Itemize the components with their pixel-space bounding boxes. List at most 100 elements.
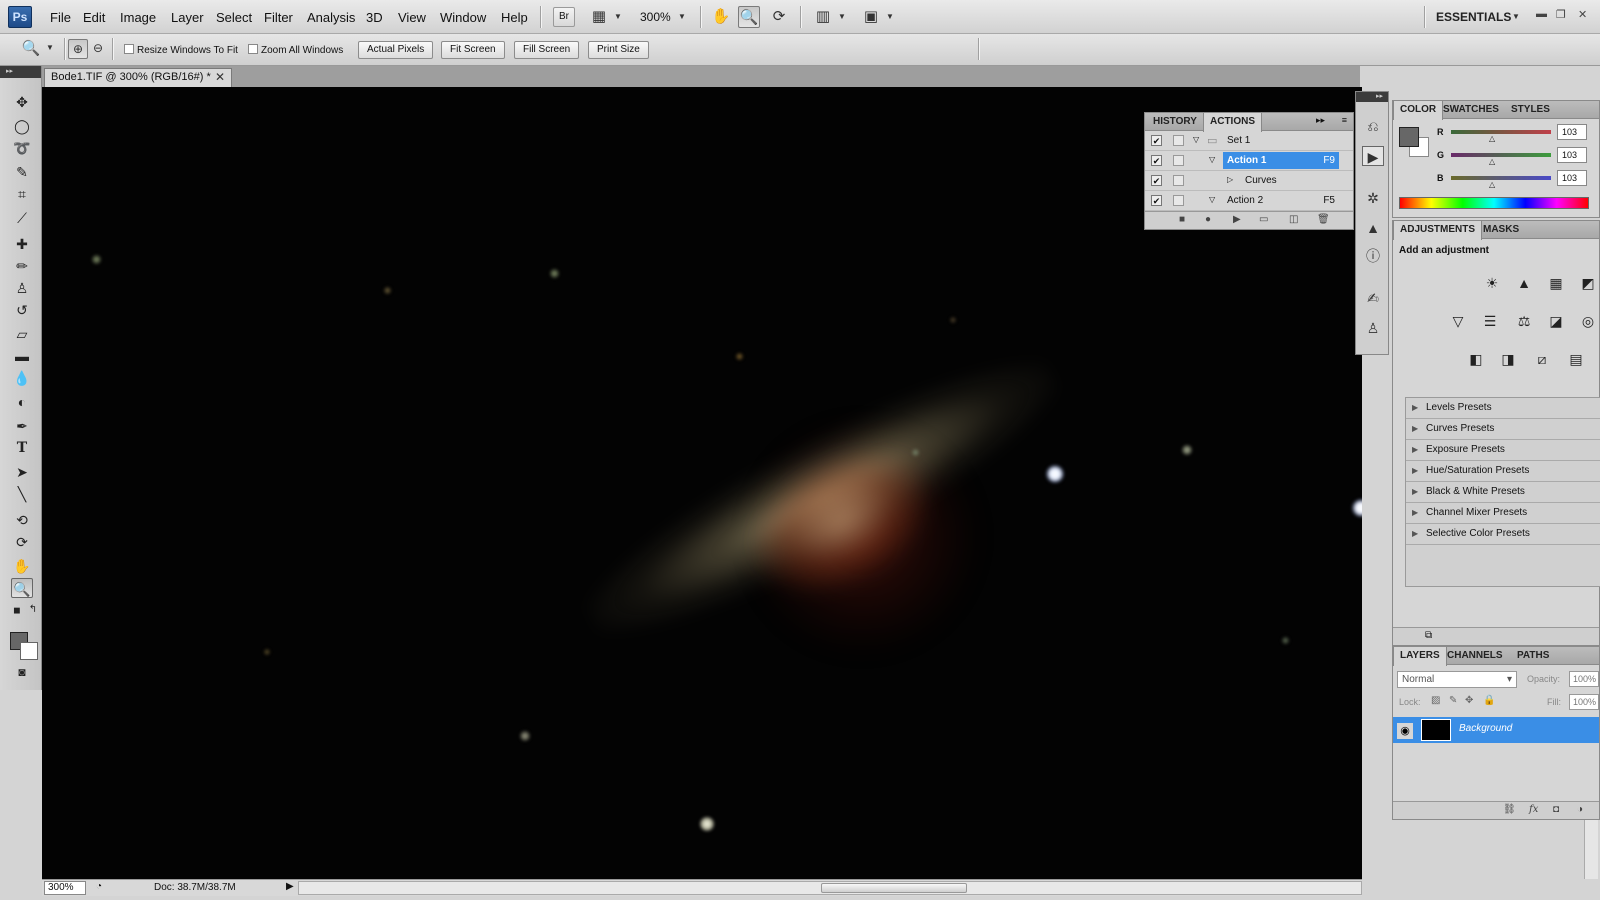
dialog-toggle[interactable] — [1173, 175, 1184, 186]
value-field-b[interactable]: 103 — [1557, 170, 1587, 186]
tab-layers[interactable]: LAYERS — [1393, 647, 1447, 666]
zoom-tool-icon[interactable]: 🔍 — [738, 6, 760, 28]
lock-position-icon[interactable]: ✥ — [1465, 695, 1473, 706]
black-white-icon[interactable]: ◪ — [1545, 311, 1567, 331]
menu-window[interactable]: Window — [440, 10, 486, 25]
swap-colors-icon[interactable]: ↰ — [22, 600, 44, 620]
menu-3d[interactable]: 3D — [366, 10, 383, 25]
menu-file[interactable]: File — [50, 10, 71, 25]
zoom-tool-icon[interactable]: 🔍 — [11, 578, 33, 598]
tab-paths[interactable]: PATHS — [1511, 647, 1555, 665]
channel-mixer-icon[interactable]: ◧ — [1465, 349, 1487, 369]
play-icon[interactable]: ▶ — [1233, 214, 1241, 225]
preset-curves[interactable]: Curves Presets — [1406, 419, 1600, 440]
line-tool-icon[interactable]: ╲ — [11, 484, 33, 504]
value-field-r[interactable]: 103 — [1557, 124, 1587, 140]
foreground-color-swatch-front[interactable] — [1399, 127, 1419, 147]
hand-tool-icon[interactable]: ✋ — [710, 6, 732, 28]
arrange-documents-icon[interactable]: ▥ — [812, 6, 834, 28]
menu-help[interactable]: Help — [501, 10, 528, 25]
zoom-field[interactable]: 300% — [44, 881, 86, 895]
color-balance-icon[interactable]: ⚖ — [1513, 311, 1535, 331]
type-tool-icon[interactable]: T — [11, 438, 33, 458]
bridge-button[interactable]: Br — [553, 7, 575, 27]
tab-adjustments[interactable]: ADJUSTMENTS — [1393, 221, 1483, 240]
action-row-set[interactable]: ✔ ▽ ▭ Set 1 — [1145, 131, 1353, 151]
history-brush-tool-icon[interactable]: ↺ — [11, 300, 33, 320]
brightness-contrast-icon[interactable]: ☀ — [1481, 273, 1503, 293]
zoom-level-menu[interactable]: 300% — [640, 10, 671, 24]
menu-filter[interactable]: Filter — [264, 10, 293, 25]
slider-thumb-icon[interactable]: △ — [1489, 180, 1495, 189]
levels-icon[interactable]: ▲ — [1513, 273, 1535, 293]
tab-color[interactable]: COLOR — [1393, 101, 1444, 120]
lock-pixels-icon[interactable]: ✎ — [1449, 695, 1457, 706]
gradient-map-icon[interactable]: ▤ — [1565, 349, 1587, 369]
lock-transparent-icon[interactable]: ▨ — [1431, 695, 1440, 706]
chevron-down-icon[interactable]: ▼ — [46, 43, 54, 52]
new-set-icon[interactable]: ▭ — [1259, 214, 1268, 225]
chevron-down-icon[interactable]: ▼ — [886, 12, 894, 21]
horizontal-scrollbar[interactable] — [298, 881, 1362, 895]
quick-mask-icon[interactable]: ◙ — [11, 662, 33, 682]
quick-selection-tool-icon[interactable]: ✎ — [11, 162, 33, 182]
blur-tool-icon[interactable]: 💧 — [11, 368, 33, 388]
chevron-down-icon[interactable]: ▼ — [838, 12, 846, 21]
background-color-swatch[interactable] — [20, 642, 38, 660]
tab-styles[interactable]: STYLES — [1505, 101, 1556, 119]
eye-icon[interactable]: ◉ — [1397, 723, 1413, 739]
fill-field[interactable]: 100% — [1569, 694, 1599, 710]
tab-actions[interactable]: ACTIONS — [1203, 113, 1262, 132]
opacity-field[interactable]: 100% — [1569, 671, 1599, 687]
marquee-tool-icon[interactable]: ◯ — [11, 116, 33, 136]
actions-panel-icon[interactable]: ▶ — [1362, 146, 1384, 166]
dialog-toggle[interactable] — [1173, 195, 1184, 206]
move-tool-icon[interactable]: ✥ — [11, 92, 33, 112]
stop-icon[interactable]: ■ — [1179, 214, 1185, 225]
tab-history[interactable]: HISTORY — [1147, 113, 1203, 131]
posterize-icon[interactable]: ⧄ — [1531, 349, 1553, 369]
path-selection-tool-icon[interactable]: ➤ — [11, 462, 33, 482]
add-mask-icon[interactable]: ◘ — [1553, 804, 1559, 815]
check-icon[interactable]: ✔ — [1151, 155, 1162, 166]
menu-edit[interactable]: Edit — [83, 10, 105, 25]
record-icon[interactable]: ● — [1205, 214, 1211, 225]
check-icon[interactable]: ✔ — [1151, 135, 1162, 146]
action-row-2[interactable]: ✔ ▽ Action 2 F5 — [1145, 191, 1353, 211]
zoom-in-icon[interactable]: ⊕ — [68, 39, 88, 59]
panel-menu-icon[interactable]: ≡ — [1342, 115, 1347, 125]
vibrance-icon[interactable]: ▽ — [1447, 311, 1469, 331]
eyedropper-tool-icon[interactable]: ⟋ — [11, 208, 33, 228]
dock-grip[interactable]: ▸▸ — [1356, 92, 1388, 102]
color-spectrum[interactable] — [1399, 197, 1589, 209]
chevron-down-icon[interactable]: ▽ — [1209, 155, 1215, 164]
lock-all-icon[interactable]: 🔒 — [1483, 695, 1495, 706]
dodge-tool-icon[interactable]: ◐ — [11, 392, 33, 412]
value-field-g[interactable]: 103 — [1557, 147, 1587, 163]
menu-view[interactable]: View — [398, 10, 426, 25]
action-row-1[interactable]: ✔ ▽ Action 1 F9 — [1145, 151, 1353, 171]
layer-row[interactable]: ◉ Background — [1393, 717, 1599, 743]
status-menu-icon[interactable]: ◔ — [96, 881, 102, 892]
chevron-down-icon[interactable]: ▼ — [678, 12, 686, 21]
crop-tool-icon[interactable]: ⌗ — [11, 184, 33, 204]
preset-channel-mixer[interactable]: Channel Mixer Presets — [1406, 503, 1600, 524]
pen-tool-icon[interactable]: ✒ — [11, 416, 33, 436]
menu-select[interactable]: Select — [216, 10, 252, 25]
dialog-toggle[interactable] — [1173, 135, 1184, 146]
checkbox-icon[interactable] — [124, 44, 134, 54]
slider-thumb-icon[interactable]: △ — [1489, 134, 1495, 143]
tab-masks[interactable]: MASKS — [1477, 221, 1525, 239]
slider-thumb-icon[interactable]: △ — [1489, 157, 1495, 166]
new-action-icon[interactable]: ◫ — [1289, 214, 1298, 225]
checkbox-icon[interactable] — [248, 44, 258, 54]
clip-to-layer-icon[interactable]: ⧉ — [1425, 630, 1432, 641]
lasso-tool-icon[interactable]: ➰ — [11, 138, 33, 158]
tab-channels[interactable]: CHANNELS — [1441, 647, 1509, 665]
brush-tool-icon[interactable]: ✏ — [11, 256, 33, 276]
zoom-tool-preset-icon[interactable]: 🔍 — [20, 38, 42, 60]
history-panel-icon[interactable]: ⎌ — [1362, 116, 1384, 136]
clone-source-panel-icon[interactable]: ♙ — [1362, 318, 1384, 338]
chevron-down-icon[interactable]: ▽ — [1209, 195, 1215, 204]
workspace-switcher[interactable]: ESSENTIALS — [1436, 10, 1511, 24]
